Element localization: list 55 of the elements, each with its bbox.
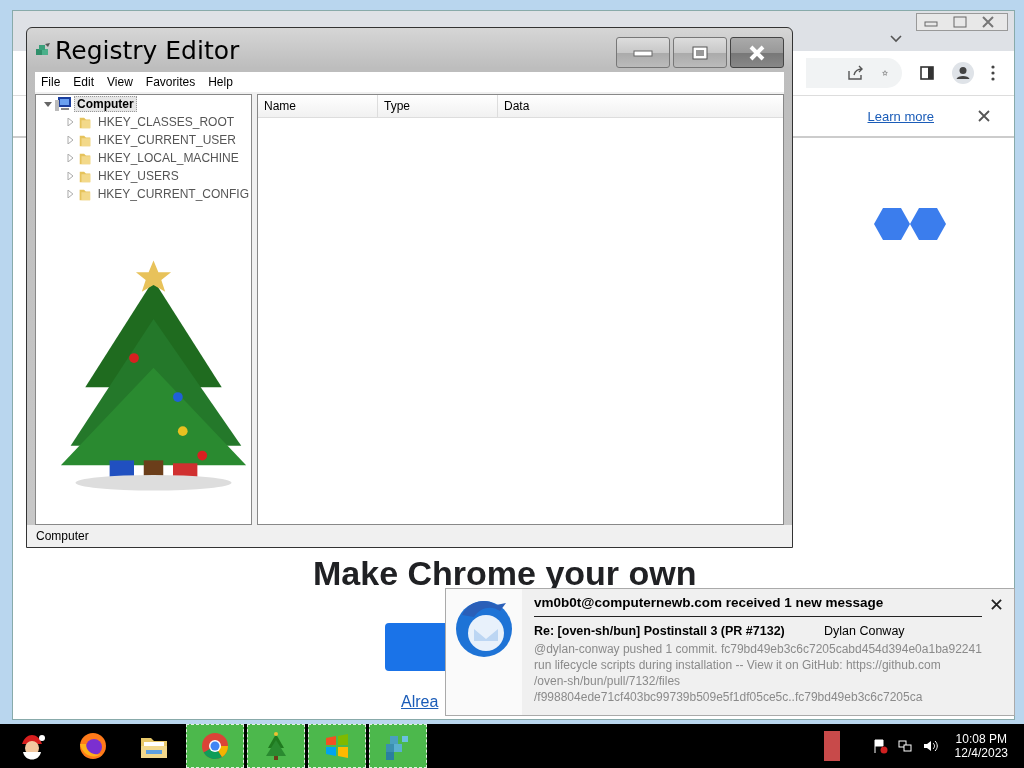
tree-item[interactable]: HKEY_CURRENT_USER [96, 133, 239, 147]
folder-icon [77, 115, 93, 129]
fox-icon [77, 730, 109, 762]
window-title: Registry Editor [55, 35, 240, 65]
maximize-icon [692, 45, 708, 60]
tree-item[interactable]: HKEY_USERS [96, 169, 181, 183]
address-bar[interactable] [806, 58, 902, 88]
cubes-icon [35, 42, 51, 58]
close-icon [748, 44, 766, 61]
tree-item[interactable]: Computer [74, 96, 137, 112]
computer-icon [55, 97, 71, 111]
message-preview: @dylan-conway pushed 1 commit. fc79bd49eb3c6c7205cabd454d394e0a1ba92241 run lifecycle scripts during installation -- View it on GitHub: https://github.com /oven-sh/bun/pull/7132/files /f998804ede71cf403bc99739b509e5f1df05ce5c..fc79bd49eb3c6c7205ca [534, 641, 983, 705]
window-controls[interactable] [916, 13, 1008, 31]
minimize-icon [633, 48, 653, 57]
menu-item[interactable]: File [41, 75, 61, 89]
learn-more-link[interactable]: Learn more [867, 108, 934, 124]
clock-time: 10:08 PM [955, 732, 1007, 746]
hexagons-icon [874, 208, 946, 240]
speaker-icon[interactable] [921, 738, 938, 754]
folder-icon [77, 133, 93, 147]
tree-item[interactable]: HKEY_CLASSES_ROOT [96, 115, 237, 129]
menu-item[interactable]: Favorites [145, 75, 196, 89]
tree-item[interactable]: HKEY_CURRENT_CONFIG [95, 187, 251, 201]
maximize-button[interactable] [673, 37, 727, 68]
clock[interactable]: 10:08 PM 12/4/2023 [946, 732, 1024, 760]
side-panel-icon[interactable] [918, 64, 936, 82]
profile-icon[interactable] [952, 62, 974, 84]
menu-item[interactable]: Help [208, 75, 233, 89]
menu-item[interactable]: Edit [73, 75, 95, 89]
menu-item[interactable]: View [107, 75, 133, 89]
menu-icon[interactable] [990, 64, 996, 82]
close-button[interactable] [730, 37, 784, 68]
close-icon[interactable] [978, 110, 990, 122]
column-header[interactable]: Name [258, 95, 378, 117]
notification-title: vm0b0t@computernewb.com received 1 new message [534, 595, 982, 617]
folder-icon [77, 151, 93, 165]
chevron-down-icon[interactable] [890, 35, 902, 43]
network-icon[interactable] [896, 738, 913, 754]
tree-item[interactable]: HKEY_LOCAL_MACHINE [96, 151, 241, 165]
sign-in-link[interactable]: Alrea [401, 693, 439, 711]
folder-icon [77, 169, 93, 183]
show-desktop-button[interactable] [823, 731, 840, 761]
column-header[interactable]: Type [378, 95, 498, 117]
flag-icon[interactable] [871, 738, 888, 754]
expand-arrow-icon[interactable] [44, 100, 52, 108]
close-icon[interactable] [991, 599, 1002, 610]
share-icon[interactable] [846, 64, 864, 82]
status-bar: Computer [27, 525, 792, 547]
clock-date: 12/4/2023 [954, 746, 1008, 760]
column-header[interactable]: Data [498, 95, 783, 117]
page-heading: Make Chrome your own [313, 555, 698, 592]
minimize-button[interactable] [616, 37, 670, 68]
message-subject: Re: [oven-sh/bun] Postinstall 3 (PR #7132) [534, 624, 786, 638]
message-sender: Dylan Conway [824, 624, 905, 638]
browser-icon [199, 730, 231, 762]
